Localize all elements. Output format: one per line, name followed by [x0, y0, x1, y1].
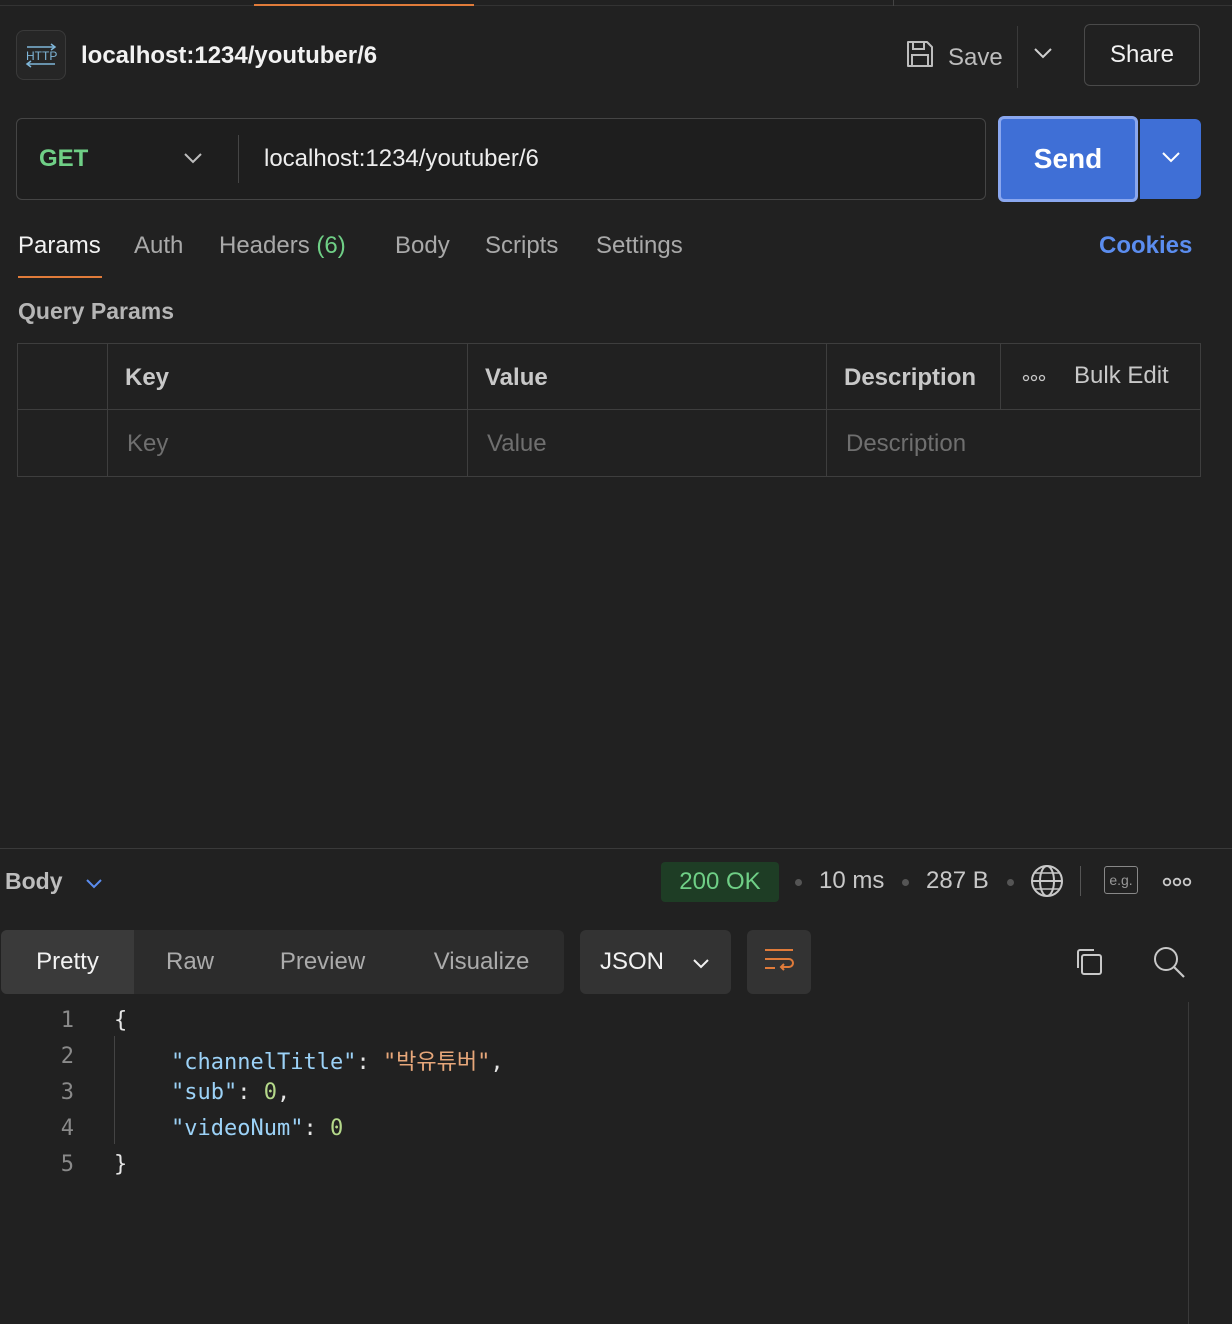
send-dropdown-button[interactable]	[1140, 119, 1201, 199]
header-key-label: Key	[125, 364, 170, 391]
view-tab-pretty[interactable]: Pretty	[1, 930, 134, 994]
description-placeholder: Description	[846, 430, 967, 457]
code-line: }	[114, 1152, 128, 1177]
tab-scripts[interactable]: Scripts	[485, 232, 558, 260]
table-header-key: Key	[108, 344, 468, 410]
json-string-value: "박유튜버"	[382, 1050, 491, 1075]
view-tab-preview[interactable]: Preview	[246, 930, 399, 994]
response-body-label: Body	[5, 868, 63, 894]
json-key: "videoNum"	[171, 1116, 304, 1141]
line-number: 3	[60, 1080, 74, 1105]
view-tab-raw[interactable]: Raw	[134, 930, 246, 994]
header-value-label: Value	[485, 364, 548, 391]
request-header: HTTP localhost:1234/youtuber/6 Save Shar…	[0, 22, 1232, 88]
more-options-icon	[1022, 362, 1046, 390]
copy-icon[interactable]	[1072, 945, 1106, 979]
query-params-table: Key Value Description Bulk Edit Key Valu…	[17, 343, 1201, 477]
active-tab-indicator	[254, 4, 474, 6]
bulk-edit-label: Bulk Edit	[1074, 362, 1169, 389]
status-badge[interactable]: 200 OK	[661, 862, 779, 902]
json-number-value: 0	[263, 1080, 277, 1105]
line-number: 5	[60, 1152, 74, 1177]
response-time[interactable]: 10 ms	[819, 867, 884, 895]
save-label: Save	[948, 43, 1003, 71]
tab-params[interactable]: Params	[18, 232, 101, 260]
request-tabs: Params Auth Headers (6) Body Scripts Set…	[0, 230, 1232, 282]
value-input[interactable]: Value	[468, 410, 827, 476]
url-input[interactable]: localhost:1234/youtuber/6	[264, 145, 539, 173]
method-url-divider	[238, 135, 239, 183]
json-key: "channelTitle"	[171, 1050, 357, 1075]
tab-auth[interactable]: Auth	[134, 232, 183, 260]
tab-headers[interactable]: Headers (6)	[219, 232, 346, 260]
method-dropdown[interactable]	[181, 149, 205, 171]
headers-count: (6)	[316, 232, 346, 259]
tab-headers-label: Headers	[219, 232, 310, 259]
table-header-checkbox-cell	[18, 344, 108, 410]
chevron-down-icon	[85, 868, 103, 895]
line-number: 4	[60, 1116, 74, 1141]
response-divider	[0, 848, 1232, 849]
response-toolbar-divider	[1080, 866, 1081, 896]
chevron-down-icon	[1033, 46, 1053, 64]
response-body-dropdown[interactable]: Body	[5, 868, 103, 895]
send-button[interactable]: Send	[998, 116, 1138, 202]
code-line: {	[114, 1008, 128, 1033]
view-tab-visualize[interactable]: Visualize	[399, 930, 564, 994]
method-select[interactable]: GET	[39, 145, 88, 173]
format-select[interactable]: JSON	[580, 930, 731, 994]
table-header-value: Value	[468, 344, 827, 410]
top-divider	[893, 0, 894, 6]
code-line: "sub": 0,	[171, 1080, 291, 1105]
line-number: 2	[60, 1044, 74, 1069]
share-button[interactable]: Share	[1084, 24, 1200, 86]
save-example-icon[interactable]: e.g.	[1104, 866, 1138, 894]
chevron-down-icon	[1161, 150, 1181, 168]
response-view-tabs: Pretty Raw Preview Visualize	[1, 930, 564, 994]
bulk-edit-button[interactable]: Bulk Edit	[1022, 362, 1169, 390]
separator-dot	[902, 879, 909, 886]
cookies-link[interactable]: Cookies	[1099, 232, 1192, 260]
table-header-description: Description	[827, 344, 1001, 410]
search-icon[interactable]	[1151, 944, 1187, 980]
key-placeholder: Key	[127, 430, 169, 457]
code-line: "channelTitle": "박유튜버",	[171, 1050, 504, 1075]
save-dropdown-button[interactable]	[1030, 44, 1056, 66]
tab-body[interactable]: Body	[395, 232, 450, 260]
request-bar: GET localhost:1234/youtuber/6	[16, 118, 986, 200]
json-comma: ,	[276, 1080, 291, 1105]
response-size[interactable]: 287 B	[926, 867, 989, 895]
wrap-lines-icon	[763, 946, 795, 979]
request-title[interactable]: localhost:1234/youtuber/6	[81, 42, 377, 70]
header-description-label: Description	[844, 364, 977, 391]
save-icon	[904, 38, 936, 77]
more-options-icon[interactable]	[1162, 875, 1192, 889]
chevron-down-icon	[183, 151, 203, 169]
globe-icon[interactable]	[1030, 864, 1064, 898]
save-button[interactable]: Save	[904, 38, 1003, 77]
wrap-lines-button[interactable]	[747, 930, 811, 994]
row-checkbox-cell	[18, 410, 108, 476]
separator-dot	[1007, 879, 1014, 886]
chevron-down-icon	[692, 948, 710, 976]
top-border	[0, 5, 1232, 6]
query-params-title: Query Params	[18, 298, 174, 324]
json-number-value: 0	[329, 1116, 344, 1141]
tab-settings[interactable]: Settings	[596, 232, 683, 260]
description-input[interactable]: Description	[827, 410, 1200, 476]
json-key: "sub"	[171, 1080, 238, 1105]
json-comma: ,	[490, 1050, 504, 1075]
code-line: "videoNum": 0	[171, 1116, 344, 1141]
key-input[interactable]: Key	[108, 410, 468, 476]
save-divider	[1017, 26, 1018, 88]
line-number: 1	[60, 1008, 74, 1033]
value-placeholder: Value	[487, 430, 547, 457]
indent-guide	[114, 1036, 115, 1144]
separator-dot	[795, 879, 802, 886]
vertical-scrollbar-track[interactable]	[1188, 1002, 1189, 1324]
http-request-icon: HTTP	[16, 30, 66, 80]
tab-params-underline	[18, 276, 102, 278]
format-label: JSON	[600, 948, 665, 975]
